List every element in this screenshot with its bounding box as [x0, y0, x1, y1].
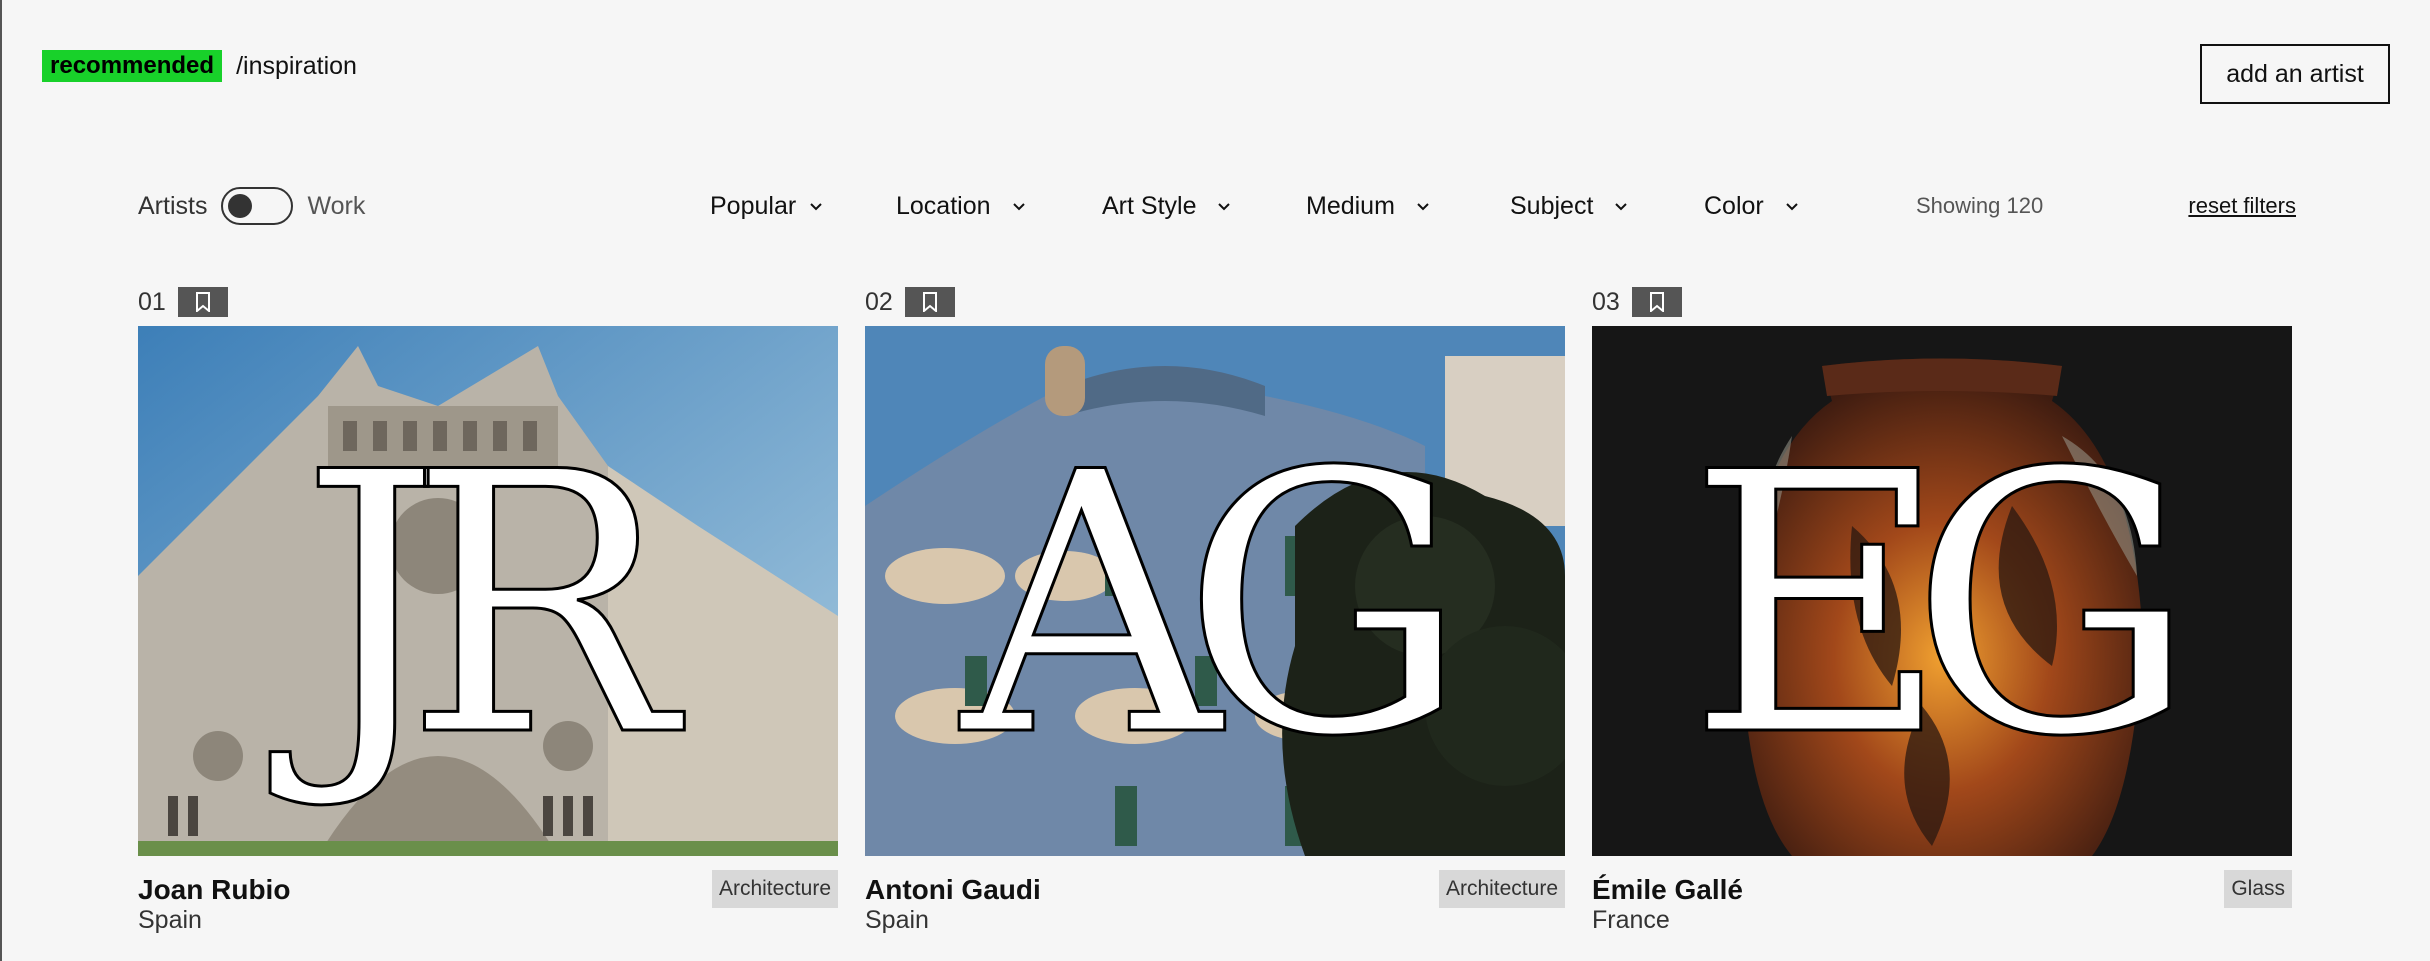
artist-location: Spain: [138, 906, 202, 934]
chevron-down-icon: [808, 198, 824, 214]
artist-location: Spain: [865, 906, 929, 934]
monogram: AG: [960, 396, 1471, 815]
filter-label: Art Style: [1102, 191, 1197, 220]
filter-label: Medium: [1306, 191, 1395, 220]
results-count: Showing 120: [1916, 193, 2044, 218]
monogram: JR: [299, 396, 677, 815]
filter-art-style[interactable]: Art Style: [1102, 186, 1232, 226]
brand-path[interactable]: /inspiration: [236, 52, 357, 81]
artist-image[interactable]: EG: [1592, 326, 2292, 856]
chevron-down-icon: [1613, 198, 1629, 214]
filter-label: Subject: [1510, 191, 1594, 220]
artist-name[interactable]: Émile Gallé: [1592, 874, 1743, 906]
toggle-knob: [228, 194, 253, 218]
artists-work-toggle[interactable]: [221, 187, 294, 225]
chevron-down-icon: [1216, 198, 1232, 214]
artist-location: France: [1592, 906, 1670, 934]
toggle-label-artists[interactable]: Artists: [138, 192, 207, 221]
artist-image[interactable]: JR: [138, 326, 838, 856]
filter-label: Color: [1704, 191, 1764, 220]
card-header: 02: [865, 286, 1565, 318]
filter-color[interactable]: Color: [1704, 186, 1800, 226]
bookmark-icon: [196, 292, 210, 312]
toggle-label-work[interactable]: Work: [307, 192, 365, 221]
card-number: 03: [1592, 287, 1620, 316]
bookmark-button[interactable]: [1632, 287, 1682, 317]
category-badge[interactable]: Architecture: [1438, 870, 1565, 908]
brand-tag[interactable]: recommended: [42, 50, 223, 82]
category-badge[interactable]: Architecture: [711, 870, 838, 908]
artist-card[interactable]: 01 JR Joan Rubio Spain Architecture: [138, 286, 838, 934]
filter-subject[interactable]: Subject: [1510, 186, 1629, 226]
artist-card[interactable]: 02 AG Antoni Gaudi Spain Architecture: [865, 286, 1565, 934]
artist-name[interactable]: Joan Rubio: [138, 874, 290, 906]
bookmark-button[interactable]: [178, 287, 228, 317]
bookmark-button[interactable]: [905, 287, 955, 317]
monogram: EG: [1685, 396, 2198, 815]
add-artist-button[interactable]: add an artist: [2200, 44, 2390, 104]
filter-location[interactable]: Location: [896, 186, 1027, 226]
bookmark-icon: [923, 292, 937, 312]
artist-card[interactable]: 03 EG Émile Gallé France Glass: [1592, 286, 2292, 934]
filter-label: Popular: [710, 191, 797, 220]
filter-medium[interactable]: Medium: [1306, 186, 1431, 226]
artists-work-toggle-group: Artists Work: [138, 186, 365, 226]
artist-name[interactable]: Antoni Gaudi: [865, 874, 1041, 906]
card-number: 02: [865, 287, 893, 316]
brand-breadcrumb: recommended /inspiration: [42, 48, 357, 84]
reset-filters-link[interactable]: reset filters: [2188, 186, 2296, 226]
chevron-down-icon: [1415, 198, 1431, 214]
card-header: 03: [1592, 286, 2292, 318]
filter-popular[interactable]: Popular: [710, 186, 824, 226]
filter-label: Location: [896, 191, 991, 220]
bookmark-icon: [1650, 292, 1664, 312]
card-number: 01: [138, 287, 166, 316]
chevron-down-icon: [1784, 198, 1800, 214]
chevron-down-icon: [1011, 198, 1027, 214]
category-badge[interactable]: Glass: [2224, 870, 2292, 908]
filter-bar: Artists Work Popular Location Art Style …: [138, 186, 2296, 226]
artist-image[interactable]: AG: [865, 326, 1565, 856]
card-header: 01: [138, 286, 838, 318]
